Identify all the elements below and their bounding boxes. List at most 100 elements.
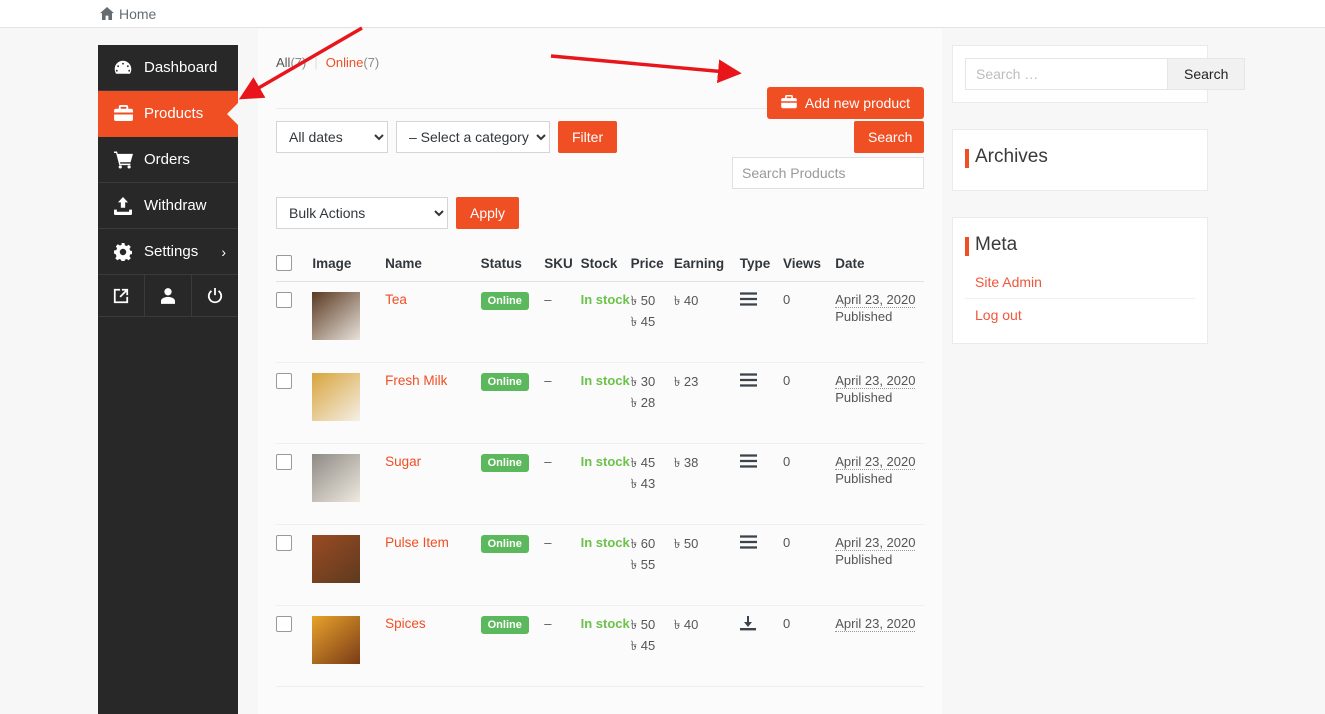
- meta-link[interactable]: Site Admin: [965, 266, 1195, 298]
- row-select-checkbox[interactable]: [276, 454, 292, 470]
- price-regular: ৳ 60: [630, 536, 656, 551]
- table-row: Tea Online – In stock ৳ 50 ৳ 45 ৳ 40 0 April 23,…: [276, 281, 924, 363]
- meta-list: Site Admin Log out: [965, 266, 1195, 331]
- meta-widget-title: Meta: [965, 234, 1195, 256]
- stock-value: In stock: [580, 616, 630, 631]
- row-select-cell: [276, 443, 313, 525]
- sidebar-item-orders[interactable]: Orders: [98, 137, 238, 183]
- sidebar-item-products[interactable]: Products: [98, 91, 238, 137]
- sidebar-footer-actions: [98, 275, 238, 317]
- product-name-link[interactable]: Sugar: [385, 454, 421, 469]
- product-earning-cell: ৳ 50: [673, 524, 740, 606]
- meta-link[interactable]: Log out: [965, 299, 1195, 331]
- gear-icon: [112, 242, 134, 261]
- product-type-cell: [739, 605, 783, 687]
- user-icon[interactable]: [145, 275, 192, 316]
- sku-value: –: [544, 535, 552, 550]
- price-sale: ৳ 45: [630, 314, 656, 329]
- product-thumbnail-cell: [312, 362, 386, 444]
- row-select-checkbox[interactable]: [276, 292, 292, 308]
- external-link-icon[interactable]: [98, 275, 145, 316]
- column-header-type: Type: [739, 255, 783, 282]
- home-link[interactable]: Home: [100, 6, 156, 22]
- product-name-link[interactable]: Pulse Item: [385, 535, 449, 550]
- publish-status: Published: [835, 309, 893, 324]
- product-name-cell: Fresh Milk: [385, 362, 481, 444]
- products-main-panel: All (7) | Online (7) Add new product All…: [258, 29, 942, 714]
- view-link-all[interactable]: All: [276, 55, 290, 70]
- home-icon: [100, 7, 114, 20]
- home-label: Home: [119, 5, 157, 22]
- view-count-all: (7): [290, 55, 307, 70]
- search-input[interactable]: [965, 58, 1167, 90]
- product-stock-cell: In stock: [580, 605, 631, 687]
- view-separator: |: [314, 55, 318, 70]
- sku-value: –: [544, 292, 552, 307]
- column-header-earning: Earning: [673, 255, 740, 282]
- power-icon[interactable]: [192, 275, 238, 316]
- bulk-actions-toolbar: Bulk Actions Apply: [276, 197, 924, 229]
- hamburger-icon: [739, 454, 757, 471]
- stock-value: In stock: [580, 535, 630, 550]
- sku-value: –: [544, 454, 552, 469]
- product-earning-cell: ৳ 38: [673, 443, 740, 525]
- product-date-cell: April 23, 2020 Published: [835, 281, 924, 363]
- status-badge: Online: [480, 616, 529, 635]
- dashboard-sidebar: Dashboard Products Orders Withdraw Setti: [98, 45, 238, 714]
- row-select-checkbox[interactable]: [276, 616, 292, 632]
- publish-date: April 23, 2020: [835, 373, 916, 389]
- product-thumbnail-cell: [312, 281, 386, 363]
- column-header-image: Image: [312, 255, 386, 282]
- product-name-link[interactable]: Tea: [385, 292, 407, 307]
- sidebar-item-withdraw[interactable]: Withdraw: [98, 183, 238, 229]
- table-header-row: Image Name Status SKU Stock Price Earnin…: [276, 255, 924, 282]
- row-select-cell: [276, 524, 313, 606]
- product-name-link[interactable]: Fresh Milk: [385, 373, 447, 388]
- sidebar-item-dashboard[interactable]: Dashboard: [98, 45, 238, 91]
- product-thumbnail: [312, 535, 361, 583]
- top-admin-bar: Home: [0, 0, 1325, 28]
- view-link-online[interactable]: Online: [326, 55, 364, 70]
- product-search-button[interactable]: Search: [854, 121, 924, 153]
- product-name-cell: Spices: [385, 605, 481, 687]
- apply-bulk-action-button[interactable]: Apply: [456, 197, 520, 229]
- products-table-head: Image Name Status SKU Stock Price Earnin…: [276, 255, 924, 282]
- column-header-sku: SKU: [544, 255, 581, 282]
- select-all-checkbox[interactable]: [276, 255, 292, 271]
- product-date-cell: April 23, 2020 Published: [835, 362, 924, 444]
- product-price-cell: ৳ 45 ৳ 43: [630, 443, 674, 525]
- price-sale: ৳ 55: [630, 557, 656, 572]
- product-name-link[interactable]: Spices: [385, 616, 426, 631]
- cart-icon: [112, 150, 134, 169]
- sidebar-item-label: Orders: [144, 151, 190, 168]
- product-stock-cell: In stock: [580, 281, 631, 363]
- product-search-input[interactable]: [732, 157, 924, 189]
- category-filter-select[interactable]: – Select a category –: [396, 121, 550, 153]
- sidebar-item-label: Withdraw: [144, 197, 207, 214]
- earning-value: ৳ 40: [673, 617, 699, 632]
- date-filter-select[interactable]: All dates: [276, 121, 388, 153]
- product-price-cell: ৳ 30 ৳ 28: [630, 362, 674, 444]
- publish-date: April 23, 2020: [835, 454, 916, 470]
- row-select-checkbox[interactable]: [276, 535, 292, 551]
- widget-sidebar: Search Archives Meta Site AdminLog out: [952, 45, 1246, 370]
- row-select-checkbox[interactable]: [276, 373, 292, 389]
- product-date-cell: April 23, 2020: [835, 605, 924, 687]
- views-value: 0: [782, 616, 791, 631]
- sku-value: –: [544, 616, 552, 631]
- bulk-actions-select[interactable]: Bulk Actions: [276, 197, 448, 229]
- product-price-cell: ৳ 50 ৳ 45: [630, 605, 674, 687]
- publish-date: April 23, 2020: [835, 535, 916, 551]
- earning-value: ৳ 40: [673, 293, 699, 308]
- product-type-cell: [739, 524, 783, 606]
- search-submit-button[interactable]: Search: [1167, 58, 1246, 90]
- product-views-cell: 0: [782, 443, 836, 525]
- sidebar-item-settings[interactable]: Settings ›: [98, 229, 238, 275]
- hamburger-icon: [739, 535, 757, 552]
- views-value: 0: [782, 535, 791, 550]
- product-sku-cell: –: [544, 362, 581, 444]
- filter-button[interactable]: Filter: [558, 121, 618, 153]
- products-table-body: Tea Online – In stock ৳ 50 ৳ 45 ৳ 40 0 April 23,…: [276, 281, 924, 687]
- add-new-product-button[interactable]: Add new product: [766, 87, 924, 119]
- product-sku-cell: –: [544, 443, 581, 525]
